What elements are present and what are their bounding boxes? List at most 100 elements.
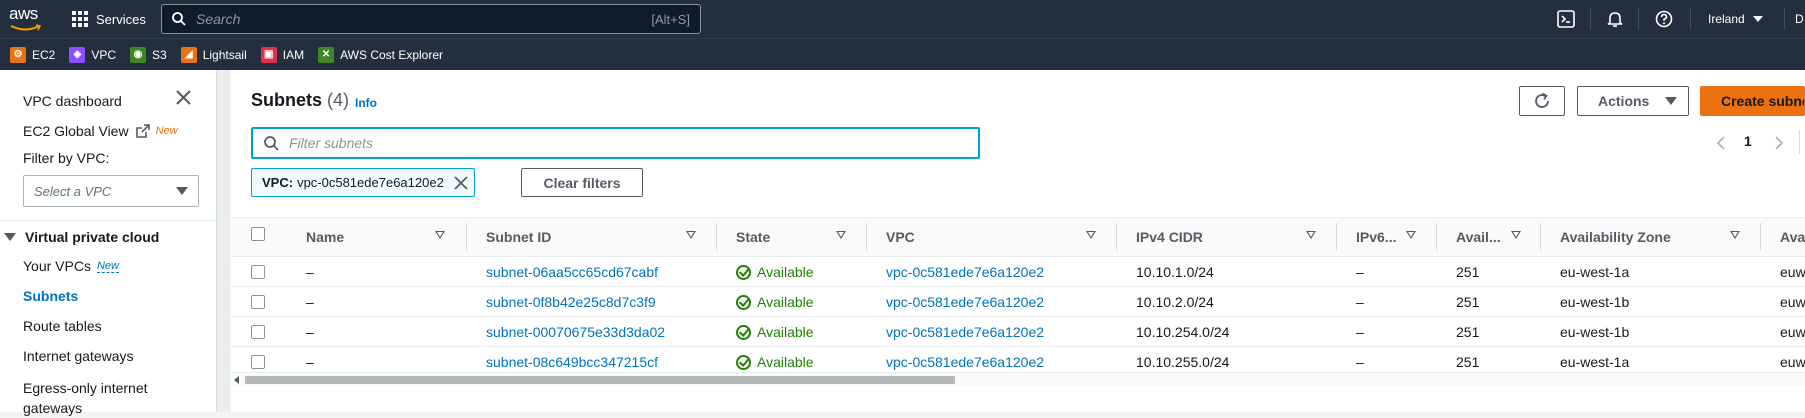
column-divider[interactable] [466,223,467,251]
remove-filter-icon[interactable] [454,175,468,190]
scroll-left-icon[interactable] [234,376,239,384]
section-virtual-private-cloud[interactable]: Virtual private cloud [4,229,159,245]
chevron-right-icon[interactable] [1773,135,1785,151]
column-divider[interactable] [716,223,717,251]
cell-ipv6-cidr: – [1356,264,1364,280]
vpc-select[interactable]: Select a VPC [23,175,199,207]
clear-filters-button[interactable]: Clear filters [521,168,643,197]
info-link[interactable]: Info [355,96,377,110]
cell-vpc[interactable]: vpc-0c581ede7e6a120e2 [886,324,1044,340]
cell-subnet-id[interactable]: subnet-06aa5cc65cd67cabf [486,264,658,280]
status-label: Available [757,354,814,370]
create-subnet-button[interactable]: Create subnet [1700,86,1805,116]
notifications-button[interactable] [1605,0,1625,38]
sidebar-divider [0,220,216,221]
sort-icon[interactable] [435,231,445,239]
services-label: Services [96,11,146,27]
chevron-left-icon[interactable] [1715,135,1727,151]
status-label: Available [757,294,814,310]
aws-logo[interactable]: aws [9,4,43,34]
search-input[interactable]: Search [Alt+S] [161,4,701,34]
cell-subnet-id[interactable]: subnet-0f8b42e25c8d7c3f9 [486,294,656,310]
sort-icon[interactable] [1730,231,1740,239]
cell-vpc[interactable]: vpc-0c581ede7e6a120e2 [886,294,1044,310]
page-number[interactable]: 1 [1744,133,1752,149]
sidebar-item-ec2-global-view[interactable]: EC2 Global View New [23,123,178,139]
sort-icon[interactable] [1086,231,1096,239]
favorite-cost-explorer[interactable]: ✕ AWS Cost Explorer [318,46,443,63]
column-header-availability-zone[interactable]: Availability Zone [1560,229,1671,245]
cell-ipv6-cidr: – [1356,324,1364,340]
column-divider[interactable] [866,223,867,251]
section-label: Virtual private cloud [25,229,160,245]
region-selector[interactable]: Ireland [1708,12,1763,26]
column-divider[interactable] [1436,223,1437,251]
sidebar-item-egress-only-internet-gateways[interactable]: Egress-only internet gateways [23,378,193,418]
column-divider[interactable] [1540,223,1541,251]
refresh-button[interactable] [1519,86,1565,116]
sort-icon[interactable] [1306,231,1316,239]
row-checkbox[interactable] [251,325,265,339]
cell-available-ips: 251 [1456,264,1480,280]
aws-logo-text: aws [9,4,38,23]
top-navigation: aws Services Search [Alt+S] Ireland D [0,0,1805,38]
column-divider[interactable] [1760,223,1761,251]
favorite-s3[interactable]: ◉ S3 [130,46,167,63]
sort-icon[interactable] [686,231,696,239]
cell-subnet-id[interactable]: subnet-00070675e33d3da02 [486,324,665,340]
column-divider[interactable] [1336,223,1337,251]
sort-icon[interactable] [1406,231,1416,239]
row-checkbox[interactable] [251,355,265,369]
cell-vpc[interactable]: vpc-0c581ede7e6a120e2 [886,354,1044,370]
column-header-state[interactable]: State [736,229,770,245]
token-value: vpc-0c581ede7e6a120e2 [297,175,444,190]
sort-icon[interactable] [1511,231,1521,239]
column-divider[interactable] [1116,223,1117,251]
actions-button[interactable]: Actions [1577,86,1689,116]
services-menu[interactable]: Services [72,11,146,27]
caret-down-icon [1665,97,1678,105]
cell-available-ips: 251 [1456,354,1480,370]
sort-icon[interactable] [836,231,846,239]
sidebar-scrollbar[interactable] [216,70,230,412]
filter-subnets-input[interactable]: Filter subnets [251,127,980,159]
new-badge: New [96,259,119,273]
column-header-availability-zone-id[interactable]: Ava [1780,229,1805,245]
close-icon[interactable] [176,90,191,105]
search-icon [264,135,279,151]
favorite-label: EC2 [32,47,56,62]
help-button[interactable] [1654,0,1674,38]
caret-down-icon [176,187,188,195]
select-all-checkbox[interactable] [251,227,265,241]
help-icon [1654,9,1674,29]
caret-down-icon [4,233,16,241]
column-header-subnet-id[interactable]: Subnet ID [486,229,551,245]
sidebar-item-route-tables[interactable]: Route tables [23,318,102,334]
scrollbar-thumb[interactable] [245,376,955,384]
column-header-ipv6-cidr[interactable]: IPv6... [1356,229,1396,245]
favorite-label: Lightsail [202,47,247,62]
column-header-vpc[interactable]: VPC [886,229,915,245]
cell-ipv6-cidr: – [1356,354,1364,370]
sidebar-item-vpc-dashboard[interactable]: VPC dashboard [23,93,122,109]
favorite-vpc[interactable]: ◈ VPC [69,46,116,63]
favorite-lightsail[interactable]: ◢ Lightsail [180,46,247,63]
sidebar-item-your-vpcs[interactable]: Your VPCs New [23,258,119,274]
filter-by-vpc-label: Filter by VPC: [23,150,110,166]
column-header-ipv4-cidr[interactable]: IPv4 CIDR [1136,229,1203,245]
sidebar-item-internet-gateways[interactable]: Internet gateways [23,348,134,364]
page-title: Subnets (4) [251,90,349,111]
cloudshell-button[interactable] [1556,0,1576,38]
horizontal-scrollbar[interactable] [231,372,1805,386]
account-menu[interactable]: D [1795,12,1804,26]
sidebar-item-subnets[interactable]: Subnets [23,288,78,304]
cell-subnet-id[interactable]: subnet-08c649bcc347215cf [486,354,658,370]
column-header-available-ips[interactable]: Avail... [1456,229,1501,245]
row-checkbox[interactable] [251,265,265,279]
favorite-iam[interactable]: ▣ IAM [260,46,304,63]
cell-state: Available [736,264,814,280]
cell-vpc[interactable]: vpc-0c581ede7e6a120e2 [886,264,1044,280]
favorite-ec2[interactable]: ⚙ EC2 [10,46,56,63]
column-header-name[interactable]: Name [306,229,344,245]
row-checkbox[interactable] [251,295,265,309]
